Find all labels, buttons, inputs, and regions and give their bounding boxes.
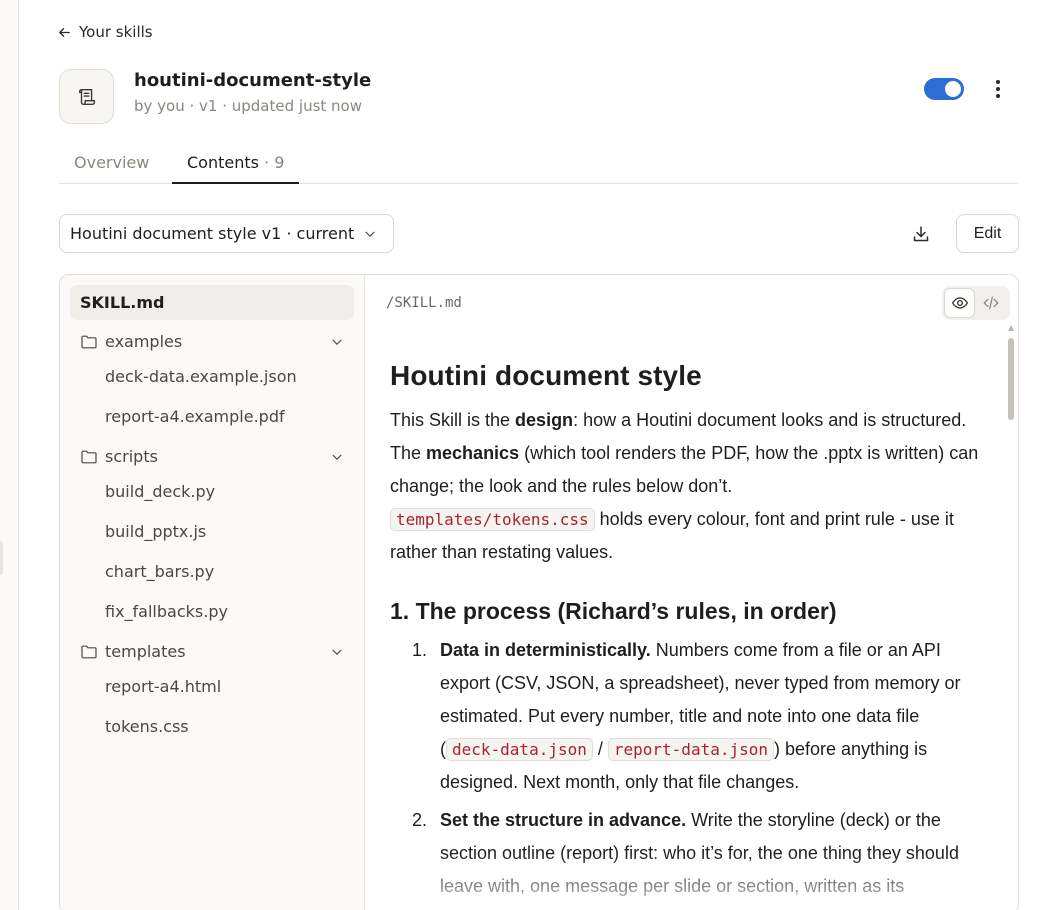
version-select-value: Houtini document style v1 · current	[70, 224, 355, 243]
preview-mode-button[interactable]	[944, 288, 975, 318]
more-icon-dot	[996, 87, 1000, 91]
inline-code: deck-data.json	[446, 738, 593, 761]
chevron-down-icon	[332, 454, 342, 460]
tree-file[interactable]: report-a4.html	[105, 677, 221, 696]
skill-title: houtini-document-style	[134, 70, 372, 91]
edit-button[interactable]: Edit	[956, 214, 1019, 253]
skill-meta: by you · v1 · updated just now	[134, 97, 362, 115]
tree-item-skill-md[interactable]: SKILL.md	[70, 285, 354, 320]
doc-subheading: 1. The process (Richard’s rules, in orde…	[390, 598, 837, 624]
toggle-knob	[945, 81, 961, 97]
chevron-down-icon	[365, 231, 375, 237]
arrow-left-icon	[59, 27, 70, 37]
inline-code: templates/tokens.css	[390, 508, 595, 531]
source-mode-button[interactable]	[975, 288, 1006, 318]
more-icon-dot	[996, 80, 1000, 84]
file-tree: SKILL.md examples deck-data.example.json…	[60, 275, 365, 910]
scroll-icon	[78, 88, 95, 105]
code-icon	[983, 296, 998, 310]
tree-file[interactable]: tokens.css	[105, 717, 189, 736]
scroll-up-icon[interactable]	[1008, 325, 1014, 331]
folder-label: templates	[105, 642, 186, 661]
version-select[interactable]: Houtini document style v1 · current	[59, 214, 394, 253]
download-button[interactable]	[906, 219, 936, 249]
markdown-preview: Houtini document style This Skill is the…	[390, 360, 980, 908]
doc-intro-paragraph: This Skill is the design: how a Houtini …	[390, 410, 979, 562]
chevron-down-icon	[332, 339, 342, 345]
tab-contents-label: Contents	[187, 153, 259, 172]
skill-enabled-toggle[interactable]	[924, 78, 964, 100]
tree-file[interactable]: build_deck.py	[105, 482, 215, 501]
file-viewer: /SKILL.md Houtini document style This Sk…	[365, 275, 1018, 910]
tab-bar: Overview Contents · 9	[59, 143, 1019, 184]
chevron-down-icon	[332, 649, 342, 655]
tab-overview[interactable]: Overview	[59, 143, 164, 184]
folder-examples[interactable]: examples	[81, 332, 344, 351]
folder-icon	[81, 645, 97, 658]
eye-icon	[951, 297, 968, 309]
tree-file[interactable]: build_pptx.js	[105, 522, 206, 541]
back-link-label: Your skills	[79, 23, 153, 41]
scrollbar-thumb[interactable]	[1008, 338, 1014, 420]
back-to-skills-link[interactable]: Your skills	[57, 23, 153, 41]
list-item: 2. Set the structure in advance. Write th…	[412, 810, 959, 896]
tab-overview-label: Overview	[74, 153, 150, 172]
scrollbar[interactable]	[1007, 325, 1015, 910]
view-mode-toggle	[942, 286, 1010, 320]
more-options-button[interactable]	[988, 78, 1008, 100]
folder-label: examples	[105, 332, 183, 351]
contents-panel: SKILL.md examples deck-data.example.json…	[59, 274, 1019, 910]
tab-contents[interactable]: Contents · 9	[172, 143, 300, 184]
download-icon	[913, 226, 929, 242]
more-icon-dot	[996, 94, 1000, 98]
doc-heading: Houtini document style	[390, 360, 702, 391]
list-item: 1. Data in deterministically. Numbers com…	[412, 640, 961, 792]
folder-scripts[interactable]: scripts	[81, 447, 344, 466]
skill-icon	[59, 69, 114, 124]
tree-file[interactable]: deck-data.example.json	[105, 367, 297, 386]
doc-ordered-list: 1. Data in deterministically. Numbers com…	[390, 634, 980, 903]
inline-code: report-data.json	[607, 738, 774, 761]
tree-file[interactable]: fix_fallbacks.py	[105, 602, 228, 621]
tab-contents-count: · 9	[264, 153, 285, 172]
folder-icon	[81, 450, 97, 463]
tree-file[interactable]: chart_bars.py	[105, 562, 214, 581]
folder-templates[interactable]: templates	[81, 642, 344, 661]
tree-file[interactable]: report-a4.example.pdf	[105, 407, 285, 426]
folder-icon	[81, 335, 97, 348]
sidebar-collapse-handle[interactable]	[0, 541, 3, 575]
app-sidebar-rail	[0, 0, 19, 910]
folder-label: scripts	[105, 447, 158, 466]
file-path: /SKILL.md	[386, 295, 462, 311]
